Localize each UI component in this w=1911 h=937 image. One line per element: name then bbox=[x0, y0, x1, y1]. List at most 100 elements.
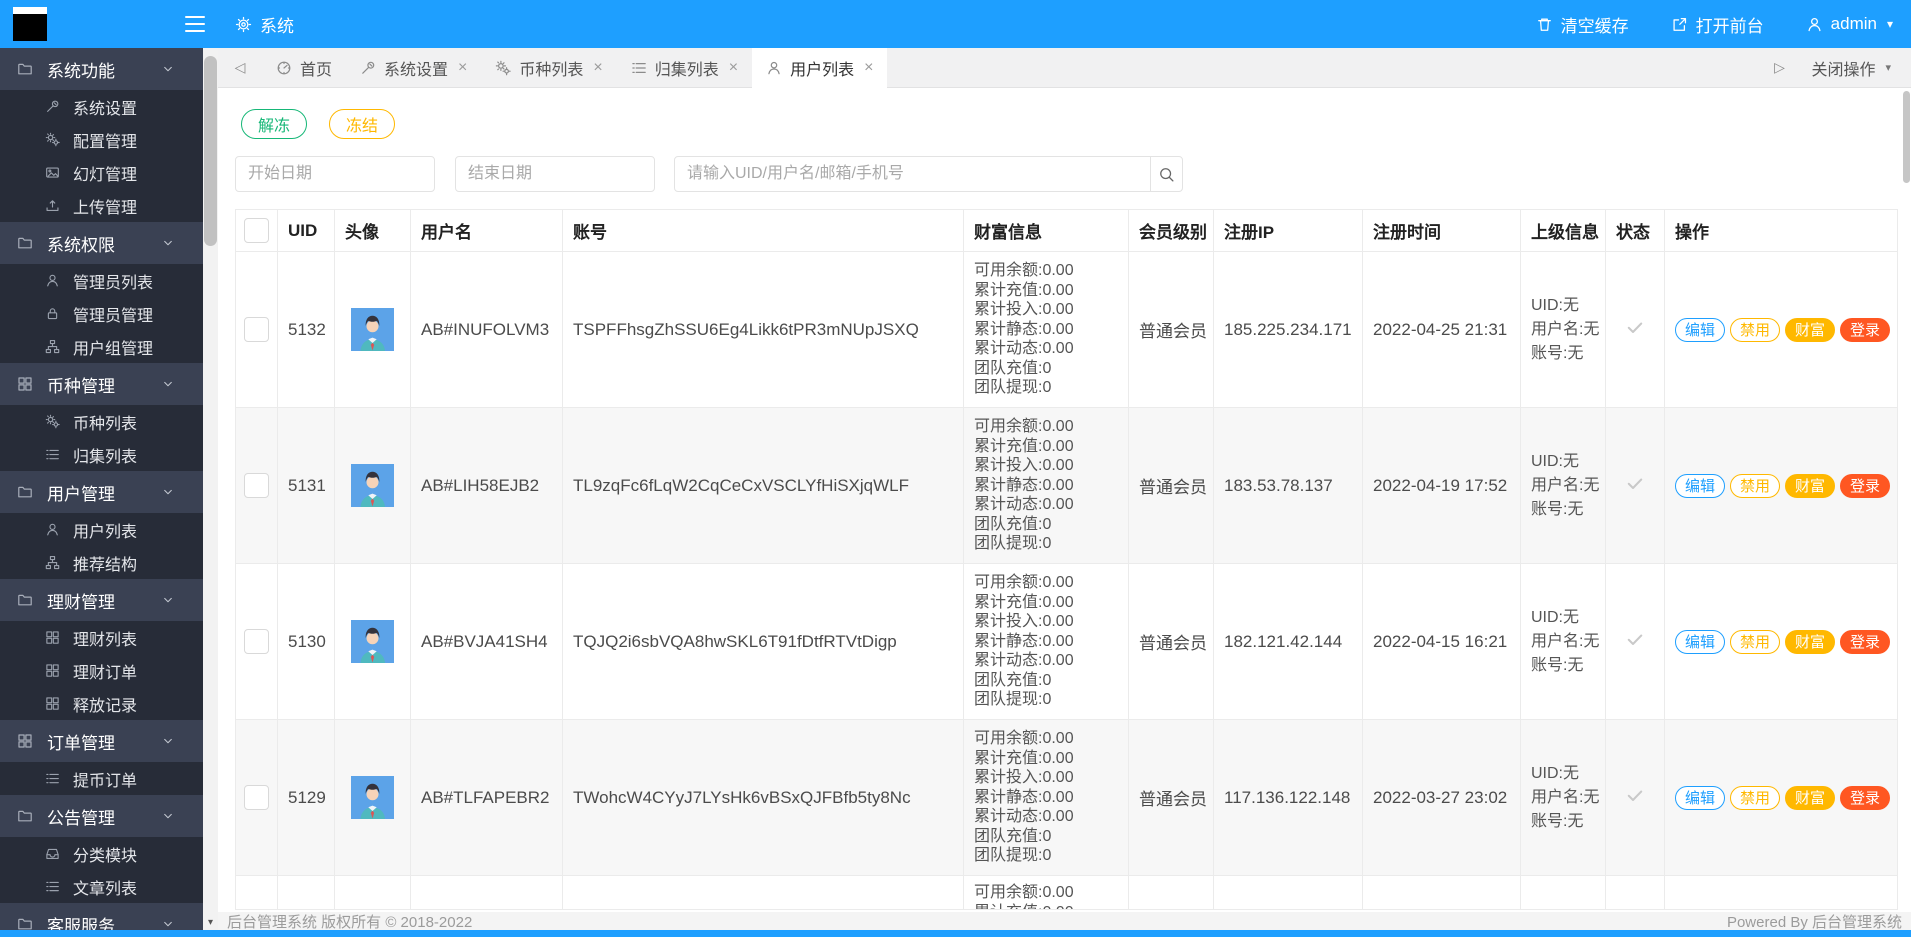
sidebar-item-coin-list[interactable]: 币种列表 bbox=[0, 405, 203, 438]
search-button[interactable] bbox=[1150, 156, 1183, 192]
tabs-scroll-right-icon[interactable]: ▷ bbox=[1757, 59, 1801, 76]
edit-button[interactable]: 编辑 bbox=[1675, 785, 1726, 810]
sidebar-item-collect-list[interactable]: 归集列表 bbox=[0, 438, 203, 471]
gears-icon bbox=[496, 60, 512, 75]
row-checkbox[interactable] bbox=[244, 785, 269, 810]
freeze-button[interactable]: 冻结 bbox=[329, 109, 396, 139]
row-checkbox[interactable] bbox=[244, 317, 269, 342]
status-check-icon bbox=[1627, 322, 1643, 333]
sidebar-item-release-records[interactable]: 释放记录 bbox=[0, 687, 203, 720]
sidebar-item-admin-list[interactable]: 管理员列表 bbox=[0, 264, 203, 297]
sidebar-item-article-list[interactable]: 文章列表 bbox=[0, 870, 203, 903]
status-check-icon bbox=[1627, 790, 1643, 801]
end-date-input[interactable] bbox=[455, 156, 655, 192]
sidebar-item-upload-manage[interactable]: 上传管理 bbox=[0, 189, 203, 222]
wealth-button[interactable]: 财富 bbox=[1785, 473, 1836, 498]
sidebar-scrollbar-thumb[interactable] bbox=[204, 56, 217, 246]
tabs-scroll-left-icon[interactable]: ◁ bbox=[218, 59, 262, 76]
chevron-down-icon bbox=[164, 240, 172, 246]
wealth-button[interactable]: 财富 bbox=[1785, 317, 1836, 342]
sidebar-group-user-manage[interactable]: 用户管理 bbox=[0, 471, 203, 513]
wealth-button[interactable]: 财富 bbox=[1785, 785, 1836, 810]
chevron-down-icon bbox=[164, 738, 172, 744]
chevron-down-icon bbox=[164, 921, 172, 927]
tab-coin-list[interactable]: 币种列表 × bbox=[481, 48, 616, 88]
horizontal-scrollbar[interactable] bbox=[0, 930, 1911, 937]
table-row: 5130 AB#BVJA41SH4 TQJQ2i6sbVQA8hwSKL6T91fD… bbox=[235, 563, 1898, 720]
select-all-checkbox[interactable] bbox=[244, 218, 269, 243]
sidebar-item-usergroup-manage[interactable]: 用户组管理 bbox=[0, 330, 203, 363]
grid-icon bbox=[46, 631, 59, 644]
avatar-cell bbox=[334, 251, 411, 408]
tab-system-settings[interactable]: 系统设置 × bbox=[346, 48, 481, 88]
sidebar-toggle-button[interactable] bbox=[185, 16, 205, 32]
grid-icon bbox=[46, 664, 59, 677]
level-cell: 普通会员 bbox=[1128, 251, 1214, 408]
sidebar-item-system-settings[interactable]: 系统设置 bbox=[0, 90, 203, 123]
tab-close-icon[interactable]: × bbox=[458, 59, 467, 76]
content-scrollbar-thumb[interactable] bbox=[1903, 91, 1910, 183]
sidebar-item-config-manage[interactable]: 配置管理 bbox=[0, 123, 203, 156]
search-input[interactable] bbox=[674, 156, 1151, 192]
sidebar-item-withdraw-orders[interactable]: 提币订单 bbox=[0, 762, 203, 795]
sidebar-item-referral-structure[interactable]: 推荐结构 bbox=[0, 546, 203, 579]
close-operations-dropdown[interactable]: 关闭操作 ▾ bbox=[1801, 56, 1911, 80]
user-avatar bbox=[351, 308, 394, 351]
wrench-icon bbox=[362, 61, 375, 74]
actions-cell: 编辑 禁用 财富 登录 bbox=[1664, 407, 1898, 564]
sidebar-group-announcement-manage[interactable]: 公告管理 bbox=[0, 795, 203, 837]
tab-close-icon[interactable]: × bbox=[593, 59, 602, 76]
account-cell: TL9zqFc6fLqW2CqCeCxVSCLYfHiSXjqWLF bbox=[562, 407, 964, 564]
sidebar-group-system-permissions[interactable]: 系统权限 bbox=[0, 222, 203, 264]
regtime-cell: 2022-04-19 17:52 bbox=[1362, 407, 1521, 564]
disable-button[interactable]: 禁用 bbox=[1730, 785, 1781, 810]
sidebar-item-finance-list[interactable]: 理财列表 bbox=[0, 621, 203, 654]
login-button[interactable]: 登录 bbox=[1840, 473, 1891, 498]
login-button[interactable]: 登录 bbox=[1840, 785, 1891, 810]
row-checkbox[interactable] bbox=[244, 629, 269, 654]
wealth-button[interactable]: 财富 bbox=[1785, 629, 1836, 654]
sidebar-scrollbar[interactable]: ▾ bbox=[203, 48, 218, 930]
edit-button[interactable]: 编辑 bbox=[1675, 473, 1726, 498]
user-icon bbox=[1808, 17, 1821, 31]
column-header: 注册IP bbox=[1213, 209, 1363, 252]
sidebar-group-finance-manage[interactable]: 理财管理 bbox=[0, 579, 203, 621]
footer-powered-by: Powered By 后台管理系统 bbox=[1726, 913, 1902, 931]
login-button[interactable]: 登录 bbox=[1840, 629, 1891, 654]
sidebar-item-user-list[interactable]: 用户列表 bbox=[0, 513, 203, 546]
edit-button[interactable]: 编辑 bbox=[1675, 317, 1726, 342]
dashboard-icon bbox=[277, 61, 291, 74]
row-checkbox[interactable] bbox=[244, 473, 269, 498]
edit-button[interactable]: 编辑 bbox=[1675, 629, 1726, 654]
nav-open-frontend[interactable]: 打开前台 bbox=[1671, 12, 1764, 37]
disable-button[interactable]: 禁用 bbox=[1730, 629, 1781, 654]
tab-collect-list[interactable]: 归集列表 × bbox=[617, 48, 752, 88]
login-button[interactable]: 登录 bbox=[1840, 317, 1891, 342]
nav-user-menu[interactable]: admin ▾ bbox=[1806, 14, 1893, 34]
regtime-cell: 2022-04-15 16:21 bbox=[1362, 563, 1521, 720]
column-header: 会员级别 bbox=[1128, 209, 1214, 252]
disable-button[interactable]: 禁用 bbox=[1730, 473, 1781, 498]
sidebar-group-coin-manage[interactable]: 币种管理 bbox=[0, 363, 203, 405]
nav-clear-cache[interactable]: 清空缓存 bbox=[1536, 12, 1629, 37]
sidebar-item-category-module[interactable]: 分类模块 bbox=[0, 837, 203, 870]
tab-user-list[interactable]: 用户列表 × bbox=[752, 47, 888, 88]
tab-home[interactable]: 首页 bbox=[262, 48, 346, 88]
tab-close-icon[interactable]: × bbox=[729, 59, 738, 76]
user-icon bbox=[768, 61, 780, 74]
sidebar-item-admin-manage[interactable]: 管理员管理 bbox=[0, 297, 203, 330]
scroll-down-arrow-icon[interactable]: ▾ bbox=[203, 915, 218, 930]
tab-close-icon[interactable]: × bbox=[864, 59, 873, 76]
sidebar-group-system-functions[interactable]: 系统功能 bbox=[0, 48, 203, 90]
trash-icon bbox=[1537, 18, 1551, 31]
start-date-input[interactable] bbox=[235, 156, 435, 192]
status-cell bbox=[1605, 719, 1665, 876]
unfreeze-button[interactable]: 解冻 bbox=[241, 109, 308, 139]
content-scrollbar[interactable] bbox=[1902, 91, 1911, 911]
actions-cell: 编辑 禁用 财富 登录 bbox=[1664, 563, 1898, 720]
disable-button[interactable]: 禁用 bbox=[1730, 317, 1781, 342]
sidebar-group-order-manage[interactable]: 订单管理 bbox=[0, 720, 203, 762]
sidebar-item-slide-manage[interactable]: 幻灯管理 bbox=[0, 156, 203, 189]
nav-system-menu[interactable]: 系统 bbox=[235, 12, 294, 37]
sidebar-item-finance-orders[interactable]: 理财订单 bbox=[0, 654, 203, 687]
